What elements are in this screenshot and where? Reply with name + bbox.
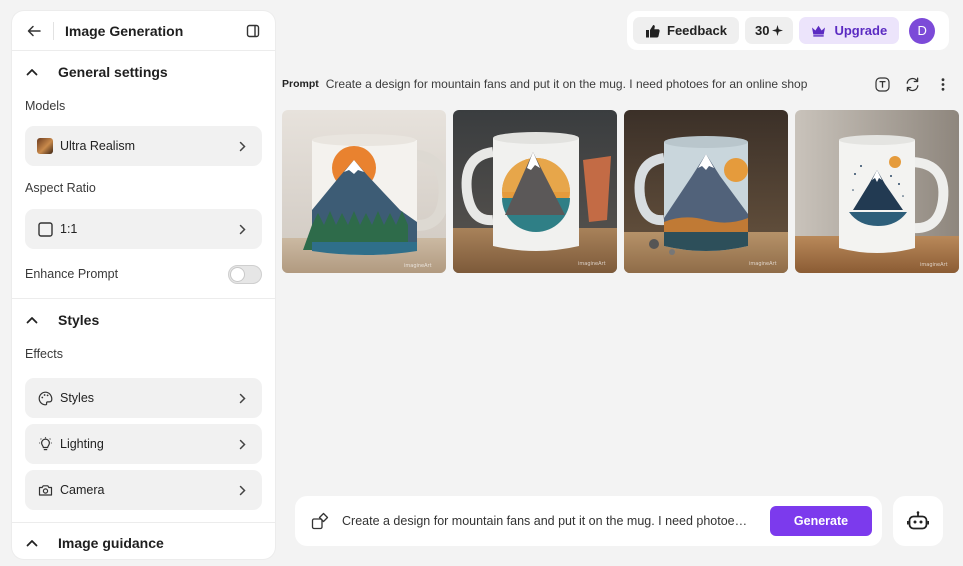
credits-count: 30	[754, 23, 770, 38]
mug-result-2[interactable]: imagineArt	[453, 110, 617, 273]
text-format-icon[interactable]	[873, 75, 892, 94]
section-general-settings[interactable]: General settings	[12, 51, 275, 93]
aspect-ratio-label: Aspect Ratio	[25, 181, 96, 195]
camera-option-label: Camera	[60, 483, 105, 497]
result-grid: imagineArt imagineArt imagineArt imagine…	[282, 110, 959, 273]
square-ratio-icon	[37, 221, 53, 237]
svg-text:imagineArt: imagineArt	[920, 262, 948, 268]
lighting-option[interactable]: Lighting	[25, 424, 262, 464]
camera-option[interactable]: Camera	[25, 470, 262, 510]
camera-icon	[37, 482, 53, 498]
enhance-prompt-toggle[interactable]	[228, 264, 262, 284]
top-toolbar: Feedback 30 Upgrade D	[627, 11, 949, 50]
prompt-text: Create a design for mountain fans and pu…	[325, 77, 808, 91]
prompt-composer: Create a design for mountain fans and pu…	[295, 496, 882, 546]
prompt-label: Prompt	[282, 78, 319, 90]
svg-text:imagineArt: imagineArt	[749, 261, 777, 267]
section-image-guidance-label: Image guidance	[58, 535, 164, 551]
generate-button[interactable]: Generate	[770, 506, 872, 536]
models-label: Models	[25, 99, 66, 113]
upgrade-button[interactable]: Upgrade	[799, 17, 900, 44]
chevron-up-icon	[26, 539, 50, 547]
section-image-guidance[interactable]: Image guidance	[12, 523, 275, 559]
model-value: Ultra Realism	[60, 139, 136, 153]
thumbs-up-icon	[646, 24, 660, 37]
chevron-right-icon	[234, 224, 250, 235]
settings-sidebar: Image Generation General settings Models…	[12, 11, 275, 559]
sidebar-header: Image Generation	[12, 11, 275, 51]
shapes-icon[interactable]	[309, 510, 331, 532]
mug-result-1[interactable]: imagineArt	[282, 110, 446, 273]
model-selector[interactable]: Ultra Realism	[25, 126, 262, 166]
section-styles[interactable]: Styles	[12, 299, 275, 341]
crown-icon	[812, 25, 826, 37]
avatar[interactable]: D	[909, 17, 936, 44]
prompt-header: Prompt Create a design for mountain fans…	[282, 75, 952, 93]
svg-text:imagineArt: imagineArt	[578, 261, 606, 267]
collapse-panel-icon[interactable]	[243, 21, 263, 41]
chevron-up-icon	[26, 68, 50, 76]
chevron-right-icon	[234, 393, 250, 404]
chevron-right-icon	[234, 439, 250, 450]
assistant-bot-button[interactable]	[893, 496, 943, 546]
sidebar-title: Image Generation	[65, 22, 184, 39]
effects-label: Effects	[25, 347, 63, 361]
chevron-up-icon	[26, 316, 50, 324]
upgrade-label: Upgrade	[834, 23, 888, 38]
robot-icon	[907, 511, 929, 530]
mug-result-4[interactable]: imagineArt	[795, 110, 959, 273]
feedback-button[interactable]: Feedback	[633, 17, 739, 44]
model-thumbnail-icon	[37, 138, 53, 154]
palette-icon	[37, 390, 53, 406]
sparkle-icon	[772, 25, 784, 36]
section-general-label: General settings	[58, 64, 168, 80]
svg-text:imagineArt: imagineArt	[404, 263, 432, 269]
mug-result-3[interactable]: imagineArt	[624, 110, 788, 273]
lightbulb-icon	[37, 436, 53, 452]
header-divider	[53, 21, 54, 40]
aspect-ratio-value: 1:1	[60, 222, 78, 236]
aspect-ratio-selector[interactable]: 1:1	[25, 209, 262, 249]
more-options-icon[interactable]	[933, 75, 952, 94]
styles-option[interactable]: Styles	[25, 378, 262, 418]
feedback-label: Feedback	[667, 23, 727, 38]
chevron-right-icon	[234, 141, 250, 152]
chevron-right-icon	[234, 485, 250, 496]
section-styles-label: Styles	[58, 312, 100, 328]
prompt-input[interactable]: Create a design for mountain fans and pu…	[342, 514, 770, 528]
enhance-prompt-row: Enhance Prompt	[12, 259, 275, 289]
back-arrow-icon[interactable]	[24, 21, 44, 41]
styles-option-label: Styles	[60, 391, 95, 405]
credits-badge[interactable]: 30	[744, 17, 794, 44]
lighting-option-label: Lighting	[60, 437, 104, 451]
enhance-prompt-label: Enhance Prompt	[25, 267, 119, 281]
regenerate-icon[interactable]	[903, 75, 922, 94]
